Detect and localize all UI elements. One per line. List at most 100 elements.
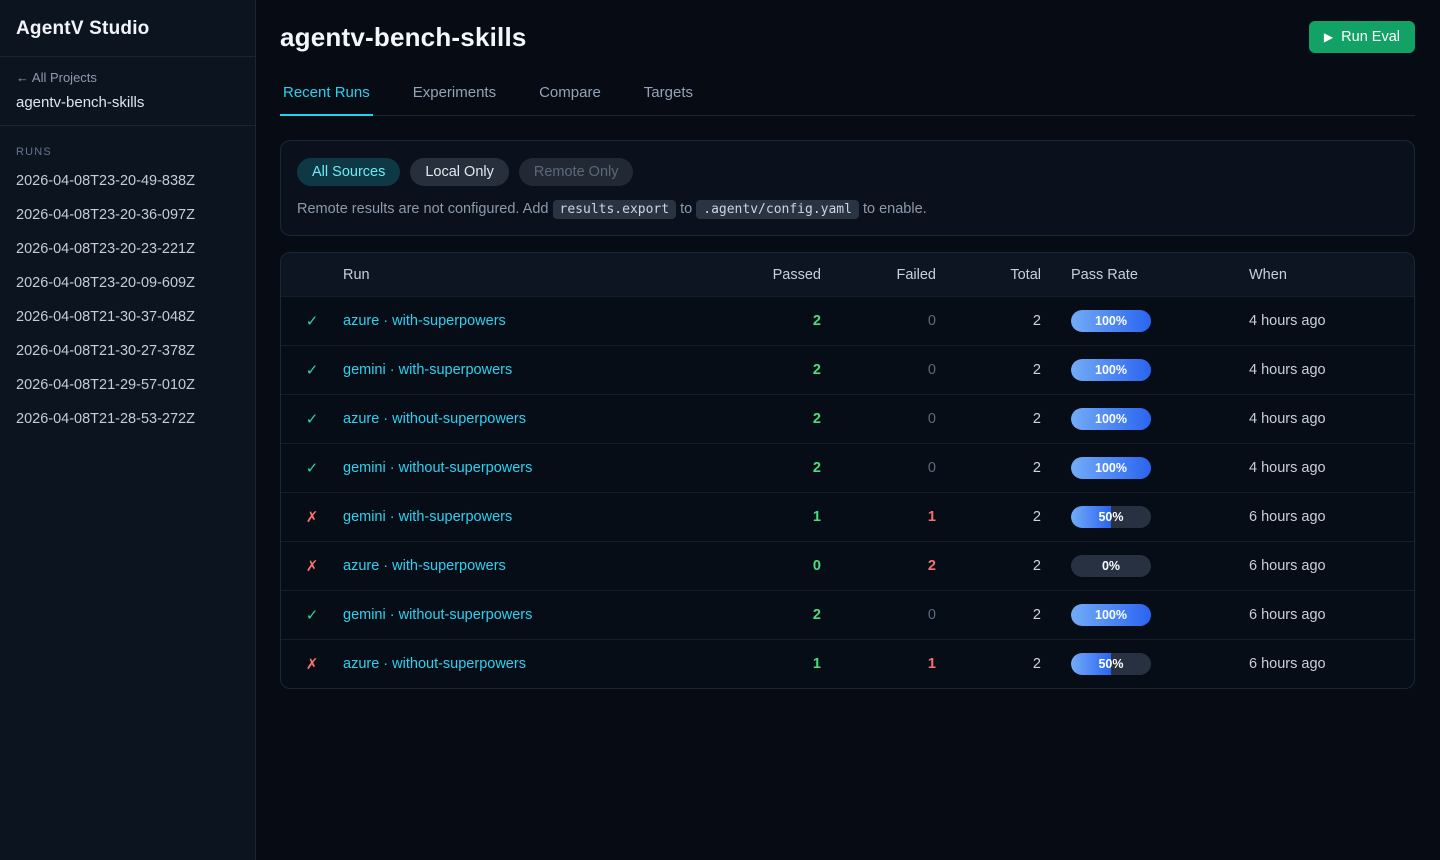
- app-brand: AgentV Studio: [0, 0, 255, 57]
- chip-all-sources[interactable]: All Sources: [297, 158, 400, 186]
- failed-count: 1: [821, 509, 936, 525]
- table-header-row: Run Passed Failed Total Pass Rate When: [281, 253, 1414, 296]
- table-row[interactable]: ✓ azure · without-superpowers 2 0 2 100%…: [281, 394, 1414, 443]
- note-middle: to: [676, 201, 696, 217]
- run-link[interactable]: gemini · with-superpowers: [343, 509, 512, 525]
- header-run: Run: [343, 267, 721, 283]
- failed-count: 0: [821, 460, 936, 476]
- run-timestamp: 6 hours ago: [1249, 558, 1414, 574]
- total-count: 2: [936, 313, 1041, 329]
- table-row[interactable]: ✓ azure · with-superpowers 2 0 2 100% 4 …: [281, 296, 1414, 345]
- pass-rate-pill: 100%: [1071, 457, 1151, 479]
- back-to-all-projects-link[interactable]: ← All Projects: [16, 70, 239, 85]
- status-fail-icon: ✗: [281, 557, 343, 575]
- runs-table: Run Passed Failed Total Pass Rate When ✓…: [280, 252, 1415, 689]
- total-count: 2: [936, 460, 1041, 476]
- total-count: 2: [936, 558, 1041, 574]
- sidebar-run-item[interactable]: 2026-04-08T21-30-27-378Z: [16, 334, 239, 368]
- passed-count: 2: [721, 607, 821, 623]
- sidebar-run-item[interactable]: 2026-04-08T23-20-49-838Z: [16, 164, 239, 198]
- run-link[interactable]: azure · with-superpowers: [343, 313, 506, 329]
- pass-rate-pill: 100%: [1071, 359, 1151, 381]
- table-row[interactable]: ✓ gemini · with-superpowers 2 0 2 100% 4…: [281, 345, 1414, 394]
- tab-bar: Recent Runs Experiments Compare Targets: [280, 84, 1415, 116]
- pass-rate-label: 100%: [1071, 408, 1151, 430]
- pass-rate-label: 50%: [1071, 506, 1151, 528]
- sidebar: AgentV Studio ← All Projects agentv-benc…: [0, 0, 256, 860]
- chip-remote-only[interactable]: Remote Only: [519, 158, 634, 186]
- status-pass-icon: ✓: [281, 606, 343, 624]
- table-row[interactable]: ✓ gemini · without-superpowers 2 0 2 100…: [281, 590, 1414, 639]
- status-fail-icon: ✗: [281, 655, 343, 673]
- passed-count: 1: [721, 509, 821, 525]
- run-timestamp: 4 hours ago: [1249, 313, 1414, 329]
- table-row[interactable]: ✗ gemini · with-superpowers 1 1 2 50% 6 …: [281, 492, 1414, 541]
- status-pass-icon: ✓: [281, 361, 343, 379]
- pass-rate-pill: 100%: [1071, 408, 1151, 430]
- run-link[interactable]: azure · without-superpowers: [343, 656, 526, 672]
- total-count: 2: [936, 362, 1041, 378]
- run-link[interactable]: gemini · with-superpowers: [343, 362, 512, 378]
- pass-rate-pill: 50%: [1071, 653, 1151, 675]
- header-failed: Failed: [821, 267, 936, 283]
- sidebar-project-name: agentv-bench-skills: [16, 94, 239, 111]
- sidebar-run-item[interactable]: 2026-04-08T21-30-37-048Z: [16, 300, 239, 334]
- header-pass-rate: Pass Rate: [1041, 267, 1249, 283]
- table-row[interactable]: ✗ azure · without-superpowers 1 1 2 50% …: [281, 639, 1414, 688]
- total-count: 2: [936, 411, 1041, 427]
- pass-rate-pill: 100%: [1071, 310, 1151, 332]
- pass-rate-label: 100%: [1071, 310, 1151, 332]
- status-pass-icon: ✓: [281, 410, 343, 428]
- total-count: 2: [936, 509, 1041, 525]
- sidebar-run-item[interactable]: 2026-04-08T21-29-57-010Z: [16, 368, 239, 402]
- tab-experiments[interactable]: Experiments: [410, 84, 499, 116]
- header-total: Total: [936, 267, 1041, 283]
- runs-section-label: RUNS: [16, 146, 239, 158]
- main-content: agentv-bench-skills ▶ Run Eval Recent Ru…: [256, 0, 1440, 860]
- total-count: 2: [936, 607, 1041, 623]
- run-link[interactable]: azure · without-superpowers: [343, 411, 526, 427]
- chip-local-only[interactable]: Local Only: [410, 158, 509, 186]
- remote-config-note: Remote results are not configured. Add r…: [297, 201, 1398, 217]
- play-icon: ▶: [1324, 30, 1333, 44]
- status-fail-icon: ✗: [281, 508, 343, 526]
- code-results-export: results.export: [553, 200, 677, 219]
- pass-rate-label: 100%: [1071, 604, 1151, 626]
- page-header: agentv-bench-skills ▶ Run Eval: [280, 0, 1415, 53]
- run-link[interactable]: azure · with-superpowers: [343, 558, 506, 574]
- table-row[interactable]: ✗ azure · with-superpowers 0 2 2 0% 6 ho…: [281, 541, 1414, 590]
- header-when: When: [1249, 267, 1414, 283]
- sidebar-run-item[interactable]: 2026-04-08T23-20-09-609Z: [16, 266, 239, 300]
- run-timestamp: 4 hours ago: [1249, 411, 1414, 427]
- sidebar-run-item[interactable]: 2026-04-08T21-28-53-272Z: [16, 402, 239, 436]
- run-timestamp: 4 hours ago: [1249, 460, 1414, 476]
- tab-targets[interactable]: Targets: [641, 84, 696, 116]
- status-pass-icon: ✓: [281, 312, 343, 330]
- run-link[interactable]: gemini · without-superpowers: [343, 607, 532, 623]
- pass-rate-pill: 0%: [1071, 555, 1151, 577]
- pass-rate-pill: 50%: [1071, 506, 1151, 528]
- passed-count: 2: [721, 411, 821, 427]
- code-config-yaml: .agentv/config.yaml: [696, 200, 859, 219]
- failed-count: 2: [821, 558, 936, 574]
- failed-count: 0: [821, 362, 936, 378]
- sidebar-runs-section: RUNS 2026-04-08T23-20-49-838Z 2026-04-08…: [0, 126, 255, 448]
- sidebar-run-item[interactable]: 2026-04-08T23-20-23-221Z: [16, 232, 239, 266]
- source-filter-panel: All Sources Local Only Remote Only Remot…: [280, 140, 1415, 236]
- sidebar-run-item[interactable]: 2026-04-08T23-20-36-097Z: [16, 198, 239, 232]
- total-count: 2: [936, 656, 1041, 672]
- run-link[interactable]: gemini · without-superpowers: [343, 460, 532, 476]
- pass-rate-label: 100%: [1071, 359, 1151, 381]
- run-timestamp: 6 hours ago: [1249, 656, 1414, 672]
- tab-compare[interactable]: Compare: [536, 84, 604, 116]
- passed-count: 0: [721, 558, 821, 574]
- note-suffix: to enable.: [859, 201, 927, 217]
- run-eval-button[interactable]: ▶ Run Eval: [1309, 21, 1415, 53]
- failed-count: 1: [821, 656, 936, 672]
- run-eval-label: Run Eval: [1341, 29, 1400, 45]
- tab-recent-runs[interactable]: Recent Runs: [280, 84, 373, 116]
- table-row[interactable]: ✓ gemini · without-superpowers 2 0 2 100…: [281, 443, 1414, 492]
- source-filter-chips: All Sources Local Only Remote Only: [297, 158, 1398, 186]
- failed-count: 0: [821, 411, 936, 427]
- passed-count: 1: [721, 656, 821, 672]
